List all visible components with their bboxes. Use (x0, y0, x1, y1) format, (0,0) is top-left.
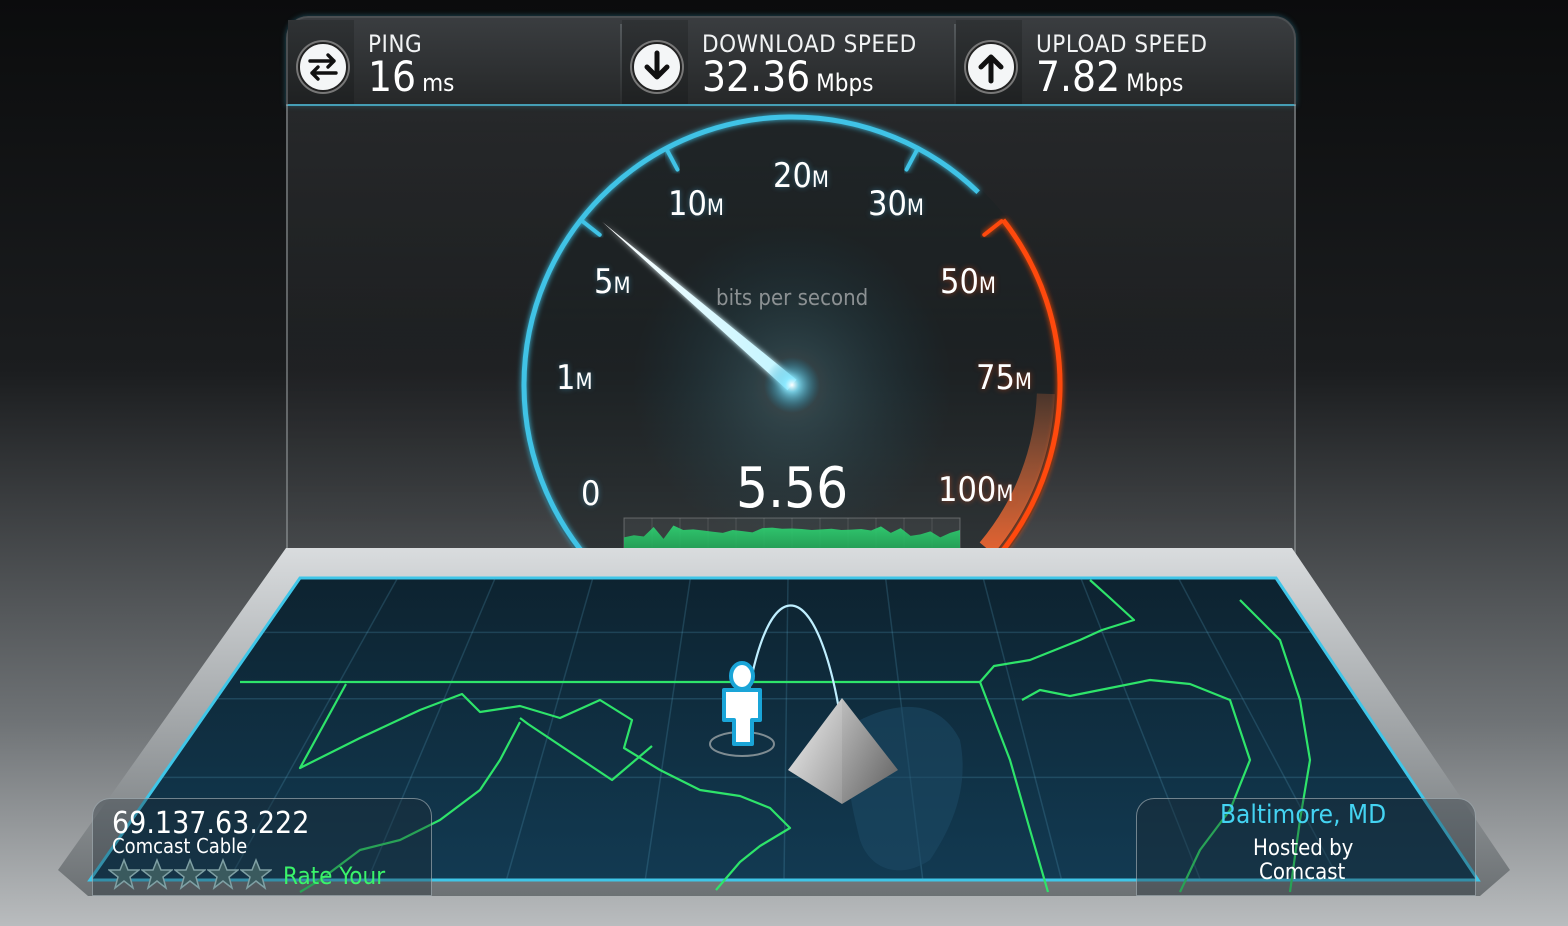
gauge-label-5m: 5M (594, 262, 631, 302)
star-icon[interactable] (207, 858, 239, 890)
gauge-label-0: 0 (581, 474, 601, 514)
gauge-label-1m: 1M (556, 358, 593, 398)
gauge-label-100m: 100M (938, 470, 1014, 510)
gauge-label-75m: 75M (976, 358, 1033, 398)
gauge-label-50m: 50M (940, 262, 997, 302)
host-name: Comcast (1259, 860, 1346, 885)
gauge-label-30m: 30M (868, 184, 925, 224)
rating-stars[interactable] (108, 858, 273, 892)
client-isp: Comcast Cable (112, 834, 248, 858)
server-city[interactable]: Baltimore, MD (1220, 800, 1386, 830)
speedtest-app: PING 16 ms DOWNLOAD SPEED 32.36 Mbps UPLOA… (0, 0, 1568, 926)
star-icon[interactable] (240, 858, 272, 890)
gauge-unit-caption: bits per second (716, 286, 869, 311)
rate-isp-link[interactable]: Rate Your (283, 862, 385, 890)
needle-hub (764, 357, 820, 413)
star-icon[interactable] (141, 858, 173, 890)
hosted-by-label: Hosted by (1253, 836, 1354, 861)
gauge-label-10m: 10M (668, 184, 725, 224)
star-icon[interactable] (174, 858, 206, 890)
star-icon[interactable] (108, 858, 140, 890)
current-speed-readout: 5.56 (736, 456, 849, 521)
gauge-label-20m: 20M (773, 156, 830, 196)
